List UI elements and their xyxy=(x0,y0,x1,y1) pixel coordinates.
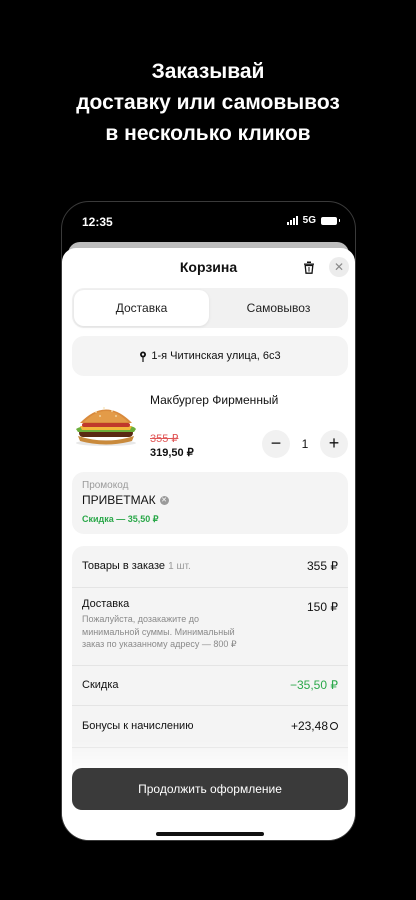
decrease-quantity-button[interactable]: − xyxy=(262,430,290,458)
promocode-field[interactable]: Промокод ПРИВЕТМАК ✕ Скидка — 35,50 ₽ xyxy=(72,472,348,534)
summary-row-discount: Скидка −35,50 ₽ xyxy=(72,666,348,706)
item-price: 319,50 ₽ xyxy=(150,447,194,459)
trash-icon[interactable] xyxy=(303,261,315,274)
promocode-value-row: ПРИВЕТМАК ✕ xyxy=(82,493,169,507)
coin-icon xyxy=(330,722,338,730)
clear-icon[interactable]: ✕ xyxy=(159,495,169,505)
discount-value: −35,50 ₽ xyxy=(289,678,338,692)
address-text: 1-я Читинская улица, 6с3 xyxy=(151,350,281,362)
close-icon[interactable]: ✕ xyxy=(329,257,349,277)
signal-icon xyxy=(286,216,298,225)
promocode-discount: Скидка — 35,50 ₽ xyxy=(82,514,159,524)
discount-label: Скидка xyxy=(82,679,119,691)
quantity-stepper: − 1 + xyxy=(262,430,348,458)
items-label-text: Товары в заказе xyxy=(82,560,166,572)
item-old-price: 355 ₽ xyxy=(150,433,179,445)
continue-checkout-button[interactable]: Продолжить оформление xyxy=(72,768,348,810)
bonus-value-wrap: +23,48 xyxy=(291,719,338,733)
status-time: 12:35 xyxy=(82,215,113,229)
phone-frame: 12:35 5G Корзина ✕ Доставка Самовывоз 1-… xyxy=(61,201,356,841)
delivery-label: Доставка xyxy=(82,598,130,610)
promo-line-3: в несколько кликов xyxy=(105,122,311,145)
bonus-label: Бонусы к начислению xyxy=(82,720,194,732)
location-pin-icon xyxy=(140,351,147,362)
cart-sheet: Корзина ✕ Доставка Самовывоз 1-я Читинск… xyxy=(62,248,355,840)
network-label: 5G xyxy=(302,215,316,226)
home-indicator xyxy=(156,832,264,836)
tab-delivery[interactable]: Доставка xyxy=(74,290,209,326)
delivery-note: Пожалуйста, дозакажите до минимальной су… xyxy=(82,614,237,649)
battery-icon xyxy=(321,216,340,225)
increase-quantity-button[interactable]: + xyxy=(320,430,348,458)
quantity-value: 1 xyxy=(301,437,309,451)
items-count: 1 шт. xyxy=(168,561,191,572)
status-bar: 12:35 5G xyxy=(62,202,355,242)
promo-line-1: Заказывай xyxy=(151,60,265,83)
items-value: 355 ₽ xyxy=(307,559,338,573)
tab-pickup[interactable]: Самовывоз xyxy=(211,290,346,326)
summary-row-delivery: Доставка Пожалуйста, дозакажите до миним… xyxy=(72,588,348,666)
promo-headline: Заказывай доставку или самовывоз в неско… xyxy=(0,56,416,149)
promocode-value: ПРИВЕТМАК xyxy=(82,493,156,507)
delivery-mode-switch: Доставка Самовывоз xyxy=(72,288,348,328)
address-field[interactable]: 1-я Читинская улица, 6с3 xyxy=(72,336,348,376)
delivery-value: 150 ₽ xyxy=(307,600,338,614)
cart-header: Корзина ✕ xyxy=(62,248,355,286)
bonus-value: +23,48 xyxy=(290,719,328,733)
summary-row-items: Товары в заказе 1 шт. 355 ₽ xyxy=(72,546,348,588)
promocode-label: Промокод xyxy=(82,480,129,491)
cart-item: Макбургер Фирменный 355 ₽ 319,50 ₽ − 1 + xyxy=(72,388,348,468)
items-label: Товары в заказе 1 шт. xyxy=(82,560,191,572)
promo-line-2: доставку или самовывоз xyxy=(76,91,340,114)
burger-image xyxy=(76,407,136,446)
status-indicators: 5G xyxy=(286,215,340,226)
item-name: Макбургер Фирменный xyxy=(150,393,279,407)
